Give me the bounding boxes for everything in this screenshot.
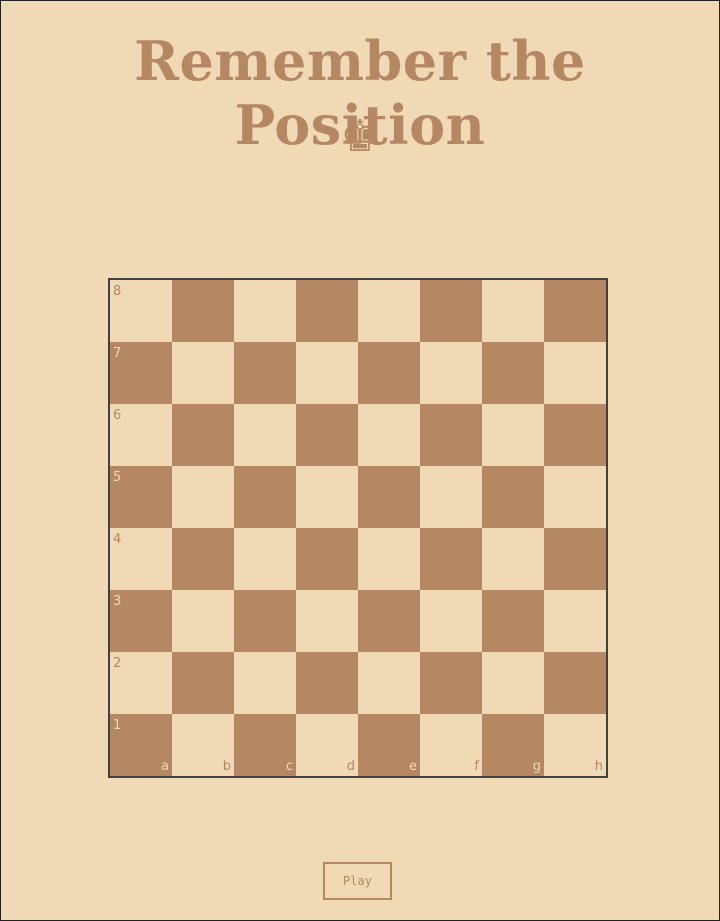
square-f3[interactable] xyxy=(420,590,482,652)
chess-board[interactable]: 87654321abcdefgh xyxy=(108,278,608,778)
square-h7[interactable] xyxy=(544,342,606,404)
square-e4[interactable] xyxy=(358,528,420,590)
square-e2[interactable] xyxy=(358,652,420,714)
square-b8[interactable] xyxy=(172,280,234,342)
square-e3[interactable] xyxy=(358,590,420,652)
square-a2[interactable]: 2 xyxy=(110,652,172,714)
file-label: f xyxy=(474,759,479,774)
square-f2[interactable] xyxy=(420,652,482,714)
rank-label: 6 xyxy=(113,408,122,423)
square-f1[interactable]: f xyxy=(420,714,482,776)
square-h2[interactable] xyxy=(544,652,606,714)
file-label: c xyxy=(285,759,293,774)
square-b2[interactable] xyxy=(172,652,234,714)
square-f5[interactable] xyxy=(420,466,482,528)
square-a3[interactable]: 3 xyxy=(110,590,172,652)
square-c8[interactable] xyxy=(234,280,296,342)
square-h3[interactable] xyxy=(544,590,606,652)
square-e1[interactable]: e xyxy=(358,714,420,776)
square-d4[interactable] xyxy=(296,528,358,590)
file-label: a xyxy=(161,759,169,774)
square-b4[interactable] xyxy=(172,528,234,590)
rank-label: 2 xyxy=(113,656,122,671)
file-label: d xyxy=(346,759,355,774)
square-d1[interactable]: d xyxy=(296,714,358,776)
square-a7[interactable]: 7 xyxy=(110,342,172,404)
square-c2[interactable] xyxy=(234,652,296,714)
square-f4[interactable] xyxy=(420,528,482,590)
square-a8[interactable]: 8 xyxy=(110,280,172,342)
rank-label: 1 xyxy=(113,718,122,733)
square-d3[interactable] xyxy=(296,590,358,652)
square-d6[interactable] xyxy=(296,404,358,466)
square-g5[interactable] xyxy=(482,466,544,528)
rank-label: 8 xyxy=(113,284,122,299)
square-d7[interactable] xyxy=(296,342,358,404)
square-h1[interactable]: h xyxy=(544,714,606,776)
rank-label: 3 xyxy=(113,594,122,609)
square-h5[interactable] xyxy=(544,466,606,528)
square-d5[interactable] xyxy=(296,466,358,528)
square-b6[interactable] xyxy=(172,404,234,466)
square-g4[interactable] xyxy=(482,528,544,590)
square-g7[interactable] xyxy=(482,342,544,404)
file-label: h xyxy=(594,759,603,774)
file-label: e xyxy=(409,759,417,774)
square-c1[interactable]: c xyxy=(234,714,296,776)
square-e8[interactable] xyxy=(358,280,420,342)
square-a5[interactable]: 5 xyxy=(110,466,172,528)
square-b3[interactable] xyxy=(172,590,234,652)
square-g6[interactable] xyxy=(482,404,544,466)
chess-king-icon: ♚ xyxy=(340,111,380,162)
square-a1[interactable]: 1a xyxy=(110,714,172,776)
file-label: g xyxy=(532,759,541,774)
square-c3[interactable] xyxy=(234,590,296,652)
square-g2[interactable] xyxy=(482,652,544,714)
square-f7[interactable] xyxy=(420,342,482,404)
rank-label: 4 xyxy=(113,532,122,547)
square-c7[interactable] xyxy=(234,342,296,404)
square-g1[interactable]: g xyxy=(482,714,544,776)
square-e5[interactable] xyxy=(358,466,420,528)
square-b5[interactable] xyxy=(172,466,234,528)
rank-label: 5 xyxy=(113,470,122,485)
square-c6[interactable] xyxy=(234,404,296,466)
square-f6[interactable] xyxy=(420,404,482,466)
square-g3[interactable] xyxy=(482,590,544,652)
square-c4[interactable] xyxy=(234,528,296,590)
square-h6[interactable] xyxy=(544,404,606,466)
square-f8[interactable] xyxy=(420,280,482,342)
square-a4[interactable]: 4 xyxy=(110,528,172,590)
square-h8[interactable] xyxy=(544,280,606,342)
square-d8[interactable] xyxy=(296,280,358,342)
square-e6[interactable] xyxy=(358,404,420,466)
square-d2[interactable] xyxy=(296,652,358,714)
square-a6[interactable]: 6 xyxy=(110,404,172,466)
square-h4[interactable] xyxy=(544,528,606,590)
play-button[interactable]: Play xyxy=(323,862,392,900)
square-b1[interactable]: b xyxy=(172,714,234,776)
rank-label: 7 xyxy=(113,346,122,361)
square-e7[interactable] xyxy=(358,342,420,404)
square-b7[interactable] xyxy=(172,342,234,404)
square-g8[interactable] xyxy=(482,280,544,342)
square-c5[interactable] xyxy=(234,466,296,528)
file-label: b xyxy=(222,759,231,774)
